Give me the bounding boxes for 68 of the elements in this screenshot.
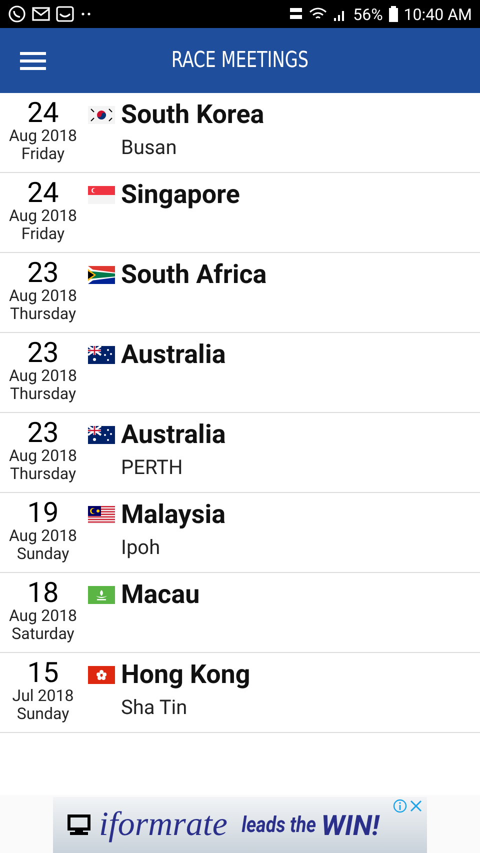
country-name: Macau xyxy=(121,579,200,611)
flag-icon xyxy=(88,506,115,524)
country-name: South Korea xyxy=(121,99,264,131)
meeting-row[interactable]: 23 Aug 2018 Thursday Australia PERTH xyxy=(0,413,480,493)
date-day: 19 xyxy=(27,499,59,527)
date-month-year: Jul 2018 xyxy=(12,687,74,705)
meeting-row[interactable]: 15 Jul 2018 Sunday Hong Kong Sha Tin xyxy=(0,653,480,733)
country-name: South Africa xyxy=(121,259,267,291)
meeting-row[interactable]: 23 Aug 2018 Thursday Australia xyxy=(0,333,480,413)
computer-icon xyxy=(67,813,91,837)
date-weekday: Friday xyxy=(21,225,65,243)
date-weekday: Sunday xyxy=(16,545,70,563)
date-weekday: Thursday xyxy=(10,465,76,483)
venue-name: Busan xyxy=(121,134,178,161)
country-name: Singapore xyxy=(121,179,240,211)
date-month-year: Aug 2018 xyxy=(8,607,78,625)
close-icon[interactable] xyxy=(409,799,423,813)
date-day: 23 xyxy=(27,259,59,287)
date-weekday: Friday xyxy=(21,145,65,163)
date-weekday: Thursday xyxy=(10,305,76,323)
date-weekday: Sunday xyxy=(16,705,70,723)
clock: 10:40 AM xyxy=(404,4,472,24)
date-day: 18 xyxy=(27,579,59,607)
inbox-icon xyxy=(56,5,74,23)
date-month-year: Aug 2018 xyxy=(8,367,78,385)
menu-icon[interactable] xyxy=(20,50,46,70)
venue-name: Ipoh xyxy=(121,534,162,561)
chat-icon xyxy=(8,5,26,23)
flag-icon xyxy=(88,186,115,204)
flag-icon xyxy=(88,426,115,444)
meeting-row[interactable]: 24 Aug 2018 Friday Singapore xyxy=(0,173,480,253)
date-weekday: Thursday xyxy=(10,385,76,403)
meeting-row[interactable]: 24 Aug 2018 Friday South Korea Busan xyxy=(0,93,480,173)
country-name: Australia xyxy=(121,339,226,371)
date-month-year: Aug 2018 xyxy=(8,287,78,305)
country-name: Hong Kong xyxy=(121,659,250,691)
country-name: Australia xyxy=(121,419,226,451)
date-day: 24 xyxy=(27,99,59,127)
ad-tagline: WIN! xyxy=(321,808,380,842)
battery-percent: 56% xyxy=(353,4,383,24)
battery-icon xyxy=(388,6,398,22)
venue-name: Sha Tin xyxy=(121,694,188,721)
date-day: 24 xyxy=(27,179,59,207)
flag-icon xyxy=(88,586,115,604)
date-month-year: Aug 2018 xyxy=(8,207,78,225)
meeting-row[interactable]: 19 Aug 2018 Sunday Malaysia Ipoh xyxy=(0,493,480,573)
screen-title: RACE MEETINGS xyxy=(171,48,309,73)
date-day: 23 xyxy=(27,339,59,367)
ad-banner[interactable]: iformrate leads the WIN! xyxy=(53,797,427,853)
info-icon[interactable] xyxy=(393,799,407,813)
flag-icon xyxy=(88,666,115,684)
more-icon xyxy=(80,11,92,17)
meeting-row[interactable]: 23 Aug 2018 Thursday South Africa xyxy=(0,253,480,333)
ad-slogan: leads the xyxy=(242,812,317,838)
date-month-year: Aug 2018 xyxy=(8,527,78,545)
meeting-row[interactable]: 18 Aug 2018 Saturday Macau xyxy=(0,573,480,653)
date-day: 15 xyxy=(27,659,59,687)
date-month-year: Aug 2018 xyxy=(8,447,78,465)
date-month-year: Aug 2018 xyxy=(8,127,78,145)
venue-name: PERTH xyxy=(121,454,184,481)
mail-icon xyxy=(32,6,50,22)
date-weekday: Saturday xyxy=(12,625,74,643)
flag-icon xyxy=(88,346,115,364)
flag-icon xyxy=(88,106,115,124)
ad-brand: iformrate xyxy=(99,806,228,844)
country-name: Malaysia xyxy=(121,499,226,531)
flag-icon xyxy=(88,266,115,284)
date-day: 23 xyxy=(27,419,59,447)
